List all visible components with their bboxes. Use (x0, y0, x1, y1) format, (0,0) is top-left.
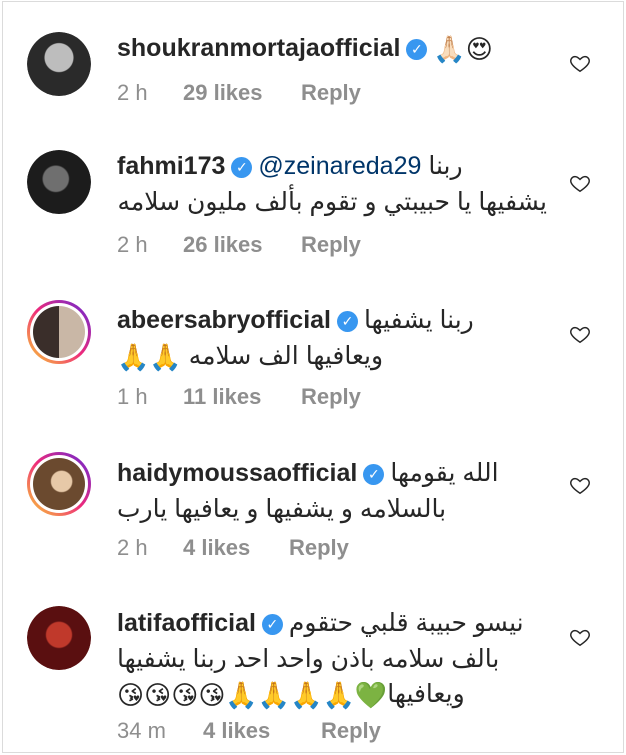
comment-text-line: بالف سلامه باذن واحد احد ربنا يشفيها (117, 645, 500, 673)
avatar[interactable] (27, 32, 91, 96)
comment-time[interactable]: 1 h (117, 384, 183, 410)
like-heart-icon[interactable] (569, 172, 591, 194)
verified-badge-icon: ✓ (231, 157, 253, 178)
reply-button[interactable]: Reply (289, 535, 349, 561)
comment-meta: 1 h 11 likes Reply (117, 384, 361, 410)
comment-text-line: ويعافيها💚🙏🙏🙏🙏😘😘😘😘 (117, 680, 465, 710)
comment-username[interactable]: shoukranmortajaofficial (117, 34, 400, 62)
comment-likes[interactable]: 4 likes (183, 535, 289, 561)
avatar[interactable] (27, 452, 91, 516)
comment-likes[interactable]: 29 likes (183, 80, 301, 106)
comment-item: shoukranmortajaofficial ✓ 🙏🏻😍 2 h 29 likes R… (3, 2, 623, 142)
comment-meta: 2 h 29 likes Reply (117, 80, 361, 106)
reply-button[interactable]: Reply (301, 384, 361, 410)
comment-text-line: يشفيها يا حبيبتي و تقوم بألف مليون سلامه (117, 188, 547, 216)
comment-text: ربنا (428, 152, 463, 180)
comment-username[interactable]: abeersabryofficial (117, 306, 331, 334)
avatar[interactable] (27, 150, 91, 214)
avatar[interactable] (27, 606, 91, 670)
reply-button[interactable]: Reply (301, 232, 361, 258)
comment-meta: 2 h 26 likes Reply (117, 232, 361, 258)
comment-text: الله يقومها (390, 459, 499, 487)
comment-time[interactable]: 2 h (117, 535, 183, 561)
heart-eyes-emoji: 😍 (465, 34, 493, 64)
comment-time[interactable]: 2 h (117, 232, 183, 258)
like-heart-icon[interactable] (569, 52, 591, 74)
comment-username[interactable]: fahmi173 (117, 152, 225, 180)
verified-badge-icon: ✓ (337, 311, 358, 332)
comment-meta: 2 h4 likes Reply (117, 535, 349, 561)
avatar[interactable] (27, 300, 91, 364)
comment-likes[interactable]: 4 likes (203, 718, 321, 744)
emoji-sequence: 💚🙏🙏🙏🙏😘😘😘😘 (117, 680, 388, 710)
verified-badge-icon: ✓ (261, 614, 283, 635)
comment-time[interactable]: 2 h (117, 80, 183, 106)
comment-likes[interactable]: 26 likes (183, 232, 301, 258)
comment-text-line: بالسلامه و يشفيها و يعافيها يارب (117, 495, 447, 523)
folded-hands-emoji: 🙏🙏 (117, 342, 182, 372)
like-heart-icon[interactable] (569, 474, 591, 496)
reply-button[interactable]: Reply (321, 718, 381, 744)
comment-time[interactable]: 34 m (117, 718, 203, 744)
comment-text-line: ويعافيها الف سلامه 🙏🙏 (117, 342, 384, 372)
verified-badge-icon: ✓ (406, 39, 428, 60)
comment-text: نيسو حبيبة قلبي حتقوم (288, 609, 524, 637)
folded-hands-emoji: 🙏🏻 (433, 34, 466, 64)
comment-username[interactable]: haidymoussaofficial (117, 459, 357, 487)
reply-button[interactable]: Reply (301, 80, 361, 106)
like-heart-icon[interactable] (569, 626, 591, 648)
comment-text: ربنا يشفيها (364, 306, 474, 334)
comment-username[interactable]: latifaofficial (117, 609, 256, 637)
comment-meta: 34 m4 likes Reply (117, 718, 381, 744)
comments-panel: shoukranmortajaofficial ✓ 🙏🏻😍 2 h 29 likes R… (2, 1, 624, 753)
mention-link[interactable]: @zeinareda29 (258, 152, 421, 180)
verified-badge-icon: ✓ (363, 464, 385, 485)
like-heart-icon[interactable] (569, 323, 591, 345)
comment-likes[interactable]: 11 likes (183, 384, 301, 410)
